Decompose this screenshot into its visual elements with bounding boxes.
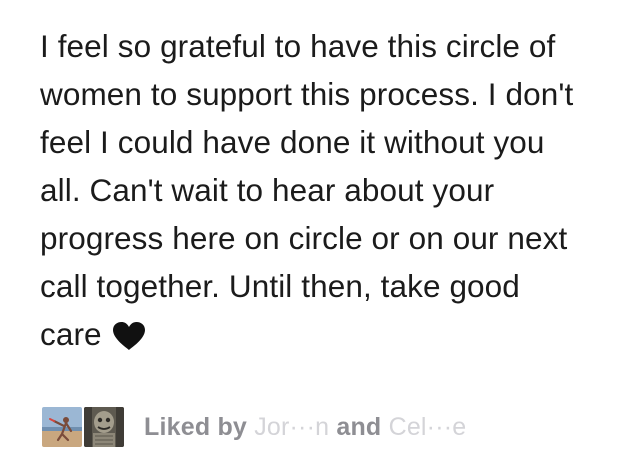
liker-name-second[interactable]: Cel···e — [389, 413, 467, 441]
post-text-line: all. Can't wait to hear about your — [40, 172, 495, 208]
likes-summary[interactable]: Liked by Jor···n and Cel···e — [144, 413, 466, 442]
post-text-line: progress here on circle or on our next — [40, 220, 568, 256]
post-body: I feel so grateful to have this circle o… — [40, 22, 610, 358]
post-text-line: I feel so grateful to have this circle o… — [40, 28, 556, 64]
avatar[interactable] — [82, 405, 126, 449]
liker-avatars[interactable] — [40, 405, 126, 449]
post-text-line: care — [40, 316, 102, 352]
liker-name-first[interactable]: Jor···n — [254, 413, 329, 441]
post-card: I feel so grateful to have this circle o… — [0, 0, 640, 473]
post-text-line: call together. Until then, take good — [40, 268, 520, 304]
likes-conjunction: and — [336, 412, 382, 441]
likes-row[interactable]: Liked by Jor···n and Cel···e — [40, 405, 466, 449]
avatar[interactable] — [40, 405, 84, 449]
black-heart-icon — [112, 316, 146, 350]
post-text-last-line: care — [40, 310, 610, 358]
likes-prefix: Liked by — [144, 412, 248, 441]
post-text-line: feel I could have done it without you — [40, 124, 545, 160]
post-text-line: women to support this process. I don't — [40, 76, 574, 112]
